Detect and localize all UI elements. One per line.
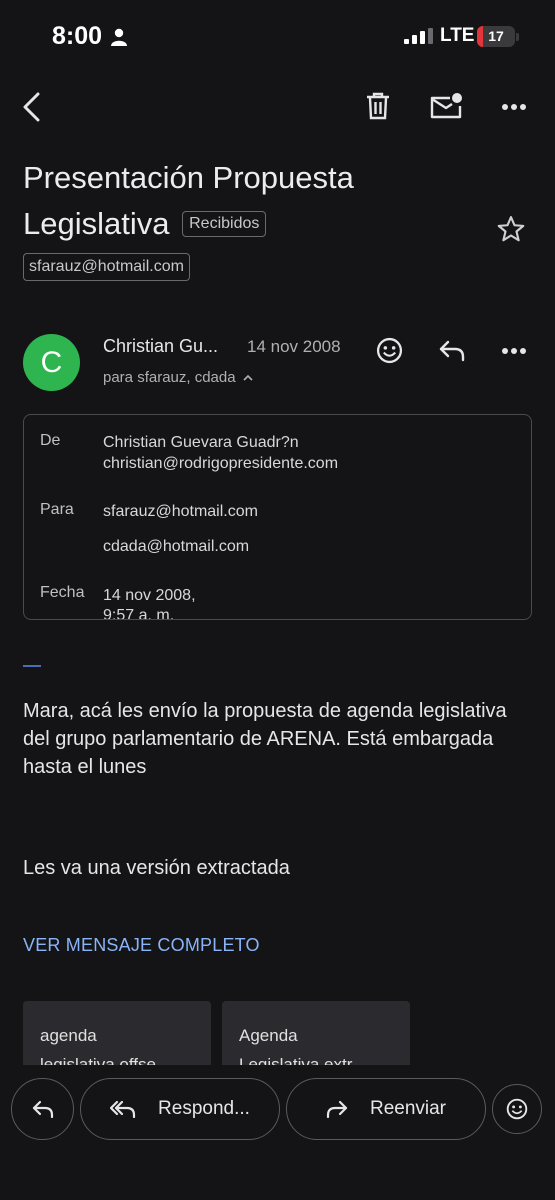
star-button[interactable] bbox=[496, 214, 526, 244]
body-paragraph-2: Les va una versión extractada bbox=[23, 857, 290, 879]
mark-unread-button[interactable] bbox=[430, 92, 464, 120]
person-icon bbox=[111, 28, 127, 46]
add-reaction-button[interactable] bbox=[376, 337, 403, 364]
forward-button[interactable]: Reenviar bbox=[286, 1078, 486, 1140]
reply-all-icon bbox=[110, 1100, 136, 1118]
battery-percent: 17 bbox=[488, 28, 504, 44]
quoted-text-marker[interactable] bbox=[23, 665, 41, 667]
more-horiz-icon bbox=[502, 104, 526, 110]
forward-icon bbox=[326, 1100, 348, 1118]
date-line-2: 9:57 a. m. bbox=[103, 607, 175, 620]
network-type: LTE bbox=[440, 25, 475, 46]
attachment-name-line-1: Agenda bbox=[239, 1026, 298, 1045]
from-label: De bbox=[40, 432, 61, 449]
react-button[interactable] bbox=[492, 1084, 542, 1134]
date-line-1: 14 nov 2008, bbox=[103, 587, 196, 604]
sender-name[interactable]: Christian Gu... bbox=[103, 336, 218, 357]
reply-icon bbox=[439, 340, 465, 362]
more-horiz-icon bbox=[502, 348, 526, 354]
more-options-button[interactable] bbox=[502, 103, 526, 111]
signal-strength-icon bbox=[404, 28, 434, 44]
back-button[interactable] bbox=[20, 92, 44, 122]
message-more-button[interactable] bbox=[502, 347, 526, 355]
date-label: Fecha bbox=[40, 584, 85, 601]
forward-label: Reenviar bbox=[369, 1098, 447, 1119]
reply-icon bbox=[32, 1100, 53, 1118]
star-icon bbox=[497, 216, 525, 242]
status-time: 8:00 bbox=[52, 22, 103, 50]
sent-date: 14 nov 2008 bbox=[247, 337, 341, 356]
reply-action-button[interactable] bbox=[11, 1078, 74, 1140]
mail-unread-icon bbox=[430, 93, 462, 119]
to-label: Para bbox=[40, 501, 74, 518]
message-details-panel: De Christian Guevara Guadr?n christian@r… bbox=[23, 414, 532, 620]
chevron-up-icon bbox=[243, 374, 253, 381]
account-label-chip[interactable]: sfarauz@hotmail.com bbox=[23, 253, 190, 281]
recipients-text: para sfarauz, cdada bbox=[103, 369, 236, 386]
email-subject: Presentación Propuesta Legislativa Recib… bbox=[23, 155, 483, 247]
battery-tip bbox=[516, 33, 519, 41]
inbox-label-chip[interactable]: Recibidos bbox=[182, 211, 267, 237]
attachment-name-line-1: agenda bbox=[40, 1026, 97, 1045]
arrow-left-icon bbox=[23, 92, 40, 122]
from-name: Christian Guevara Guadr?n bbox=[103, 434, 299, 451]
reply-all-button[interactable]: Respond... bbox=[80, 1078, 280, 1140]
battery-icon: 17 bbox=[477, 26, 515, 47]
to-email-2[interactable]: cdada@hotmail.com bbox=[103, 536, 249, 557]
to-email-1[interactable]: sfarauz@hotmail.com bbox=[103, 501, 258, 522]
body-paragraph-1: Mara, acá les envío la propuesta de agen… bbox=[23, 700, 507, 778]
emoji-icon bbox=[506, 1098, 528, 1120]
trash-icon bbox=[367, 92, 389, 120]
sender-avatar[interactable]: C bbox=[23, 334, 80, 391]
emoji-icon bbox=[376, 337, 403, 364]
recipients-toggle[interactable]: para sfarauz, cdada bbox=[103, 369, 253, 386]
delete-button[interactable] bbox=[365, 92, 391, 120]
reply-all-label: Respond... bbox=[158, 1098, 250, 1119]
view-full-message-link[interactable]: VER MENSAJE COMPLETO bbox=[23, 935, 260, 956]
reply-button[interactable] bbox=[438, 340, 466, 362]
from-email[interactable]: christian@rodrigopresidente.com bbox=[103, 453, 338, 474]
